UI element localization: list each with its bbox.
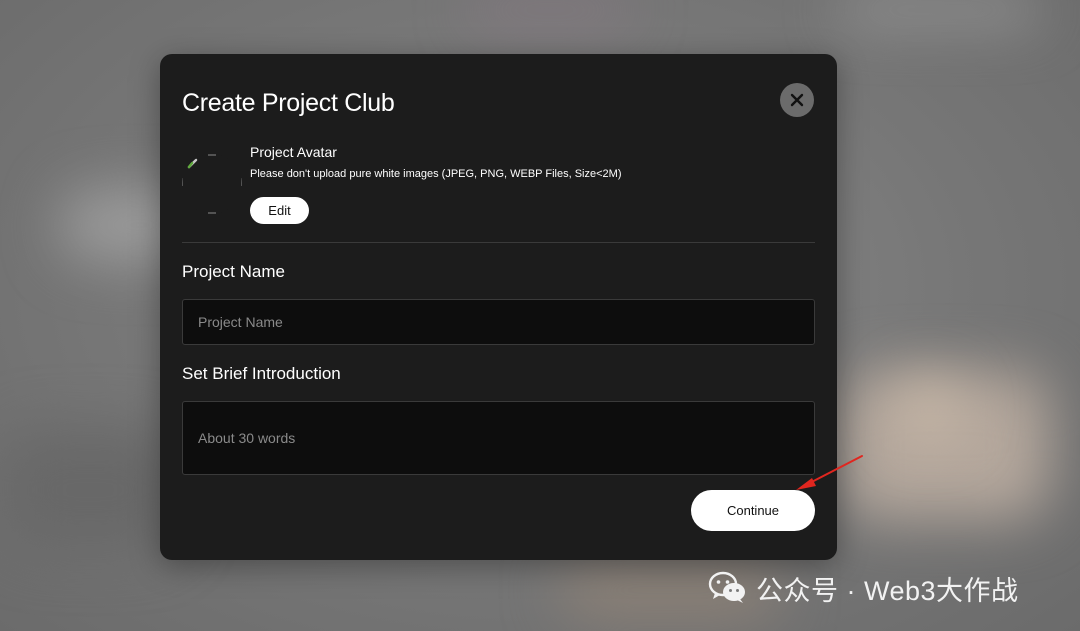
project-name-input[interactable] [182, 299, 815, 345]
brief-introduction-input[interactable] [182, 401, 815, 475]
watermark-text: 公众号 · Web3大作战 [756, 575, 1019, 606]
close-icon [790, 93, 804, 107]
project-avatar-image[interactable] [182, 154, 242, 214]
avatar-upload-hint: Please don't upload pure white images (J… [250, 168, 622, 180]
background-blur-shape [900, 380, 960, 440]
close-button[interactable] [780, 83, 814, 117]
avatar-placeholder-icon [182, 154, 242, 214]
background-blur-shape [840, 0, 1040, 20]
section-divider [182, 242, 815, 243]
project-name-label: Project Name [182, 262, 285, 281]
dialog-title: Create Project Club [182, 89, 395, 117]
edit-avatar-button[interactable]: Edit [250, 197, 309, 224]
project-avatar-label: Project Avatar [250, 144, 337, 160]
brief-introduction-label: Set Brief Introduction [182, 364, 341, 383]
background-blur-shape [470, 0, 630, 20]
continue-button[interactable]: Continue [691, 490, 815, 531]
watermark: 公众号 · Web3大作战 [708, 568, 1019, 608]
red-annotation-arrow-icon [796, 455, 863, 490]
wechat-icon [708, 571, 745, 603]
create-project-club-dialog: Create Project Club Project Avatar Pleas… [160, 54, 837, 560]
background-blur-shape [0, 430, 180, 550]
